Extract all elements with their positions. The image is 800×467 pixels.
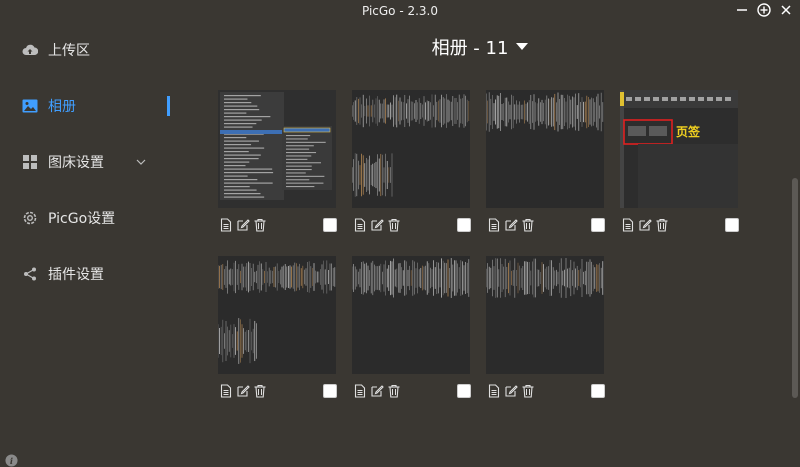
image-thumbnail[interactable] [352,256,470,374]
select-checkbox[interactable] [591,384,605,398]
gallery-card [352,90,472,242]
caret-down-icon[interactable] [516,43,529,51]
select-checkbox[interactable] [323,384,337,398]
gallery-card [352,256,472,408]
sidebar-item-label: 相册 [48,99,76,115]
maximize-button[interactable] [756,2,772,18]
window-title: PicGo - 2.3.0 [361,4,439,18]
select-checkbox[interactable] [457,384,471,398]
copy-link-icon[interactable] [621,217,635,232]
title-bar: PicGo - 2.3.0 [0,0,800,22]
cloud-upload-icon [22,42,38,58]
chevron-down-icon[interactable] [136,154,146,170]
delete-icon[interactable] [655,217,669,232]
delete-icon[interactable] [253,217,267,232]
copy-link-icon[interactable] [219,383,233,398]
card-actions [353,217,401,232]
image-icon [22,98,38,114]
sidebar-item-picbed-settings[interactable]: 图床设置 [22,148,172,176]
grid-icon [22,154,38,170]
image-thumbnail[interactable] [486,90,604,208]
minimize-icon [737,9,747,11]
edit-icon[interactable] [236,217,250,231]
edit-icon[interactable] [504,217,518,231]
select-checkbox[interactable] [323,218,337,232]
page-title: 相册 - 11 [431,38,509,59]
sidebar-item-upload[interactable]: 上传区 [22,36,172,64]
sidebar-item-label: 图床设置 [48,155,104,171]
delete-icon[interactable] [387,217,401,232]
gallery-card [486,90,606,242]
gear-icon [22,210,38,226]
card-actions [487,383,535,398]
image-thumbnail[interactable] [218,90,336,208]
svg-text:i: i [10,456,13,466]
gallery-card [218,90,338,242]
plus-circle-icon [757,3,771,17]
edit-icon[interactable] [370,383,384,397]
sidebar-item-label: 上传区 [48,43,90,59]
copy-link-icon[interactable] [219,217,233,232]
close-button[interactable] [778,2,794,18]
close-icon [781,5,791,15]
select-checkbox[interactable] [457,218,471,232]
copy-link-icon[interactable] [487,217,501,232]
delete-icon[interactable] [387,383,401,398]
image-thumbnail[interactable]: 页签 [620,90,738,208]
sidebar-item-label: PicGo设置 [48,211,116,227]
info-icon[interactable]: i [5,454,18,467]
select-checkbox[interactable] [591,218,605,232]
gallery-card [218,256,338,408]
copy-link-icon[interactable] [487,383,501,398]
card-actions [219,217,267,232]
gallery-header[interactable]: 相册 - 11 [180,34,780,60]
card-actions [353,383,401,398]
window-controls [734,2,794,18]
sidebar-item-label: 插件设置 [48,267,104,283]
copy-link-icon[interactable] [353,383,367,398]
edit-icon[interactable] [504,383,518,397]
card-actions [487,217,535,232]
sidebar: 上传区 相册 图床设置 PicGo设置 插件设置 i [0,22,180,467]
gallery-card [486,256,606,408]
image-thumbnail[interactable] [486,256,604,374]
sidebar-item-picgo-settings[interactable]: PicGo设置 [22,204,172,232]
card-actions [621,217,669,232]
delete-icon[interactable] [521,383,535,398]
delete-icon[interactable] [521,217,535,232]
share-icon [22,266,38,282]
copy-link-icon[interactable] [353,217,367,232]
scrollbar[interactable] [792,178,798,398]
minimize-button[interactable] [734,2,750,18]
edit-icon[interactable] [370,217,384,231]
delete-icon[interactable] [253,383,267,398]
image-thumbnail[interactable] [218,256,336,374]
gallery-card: 页签 [620,90,740,242]
select-checkbox[interactable] [725,218,739,232]
card-actions [219,383,267,398]
sidebar-item-plugin-settings[interactable]: 插件设置 [22,260,172,288]
image-thumbnail[interactable] [352,90,470,208]
highlight-label: 页签 [676,124,701,139]
edit-icon[interactable] [236,383,250,397]
sidebar-item-gallery[interactable]: 相册 [22,92,172,120]
active-indicator [167,96,170,116]
edit-icon[interactable] [638,217,652,231]
